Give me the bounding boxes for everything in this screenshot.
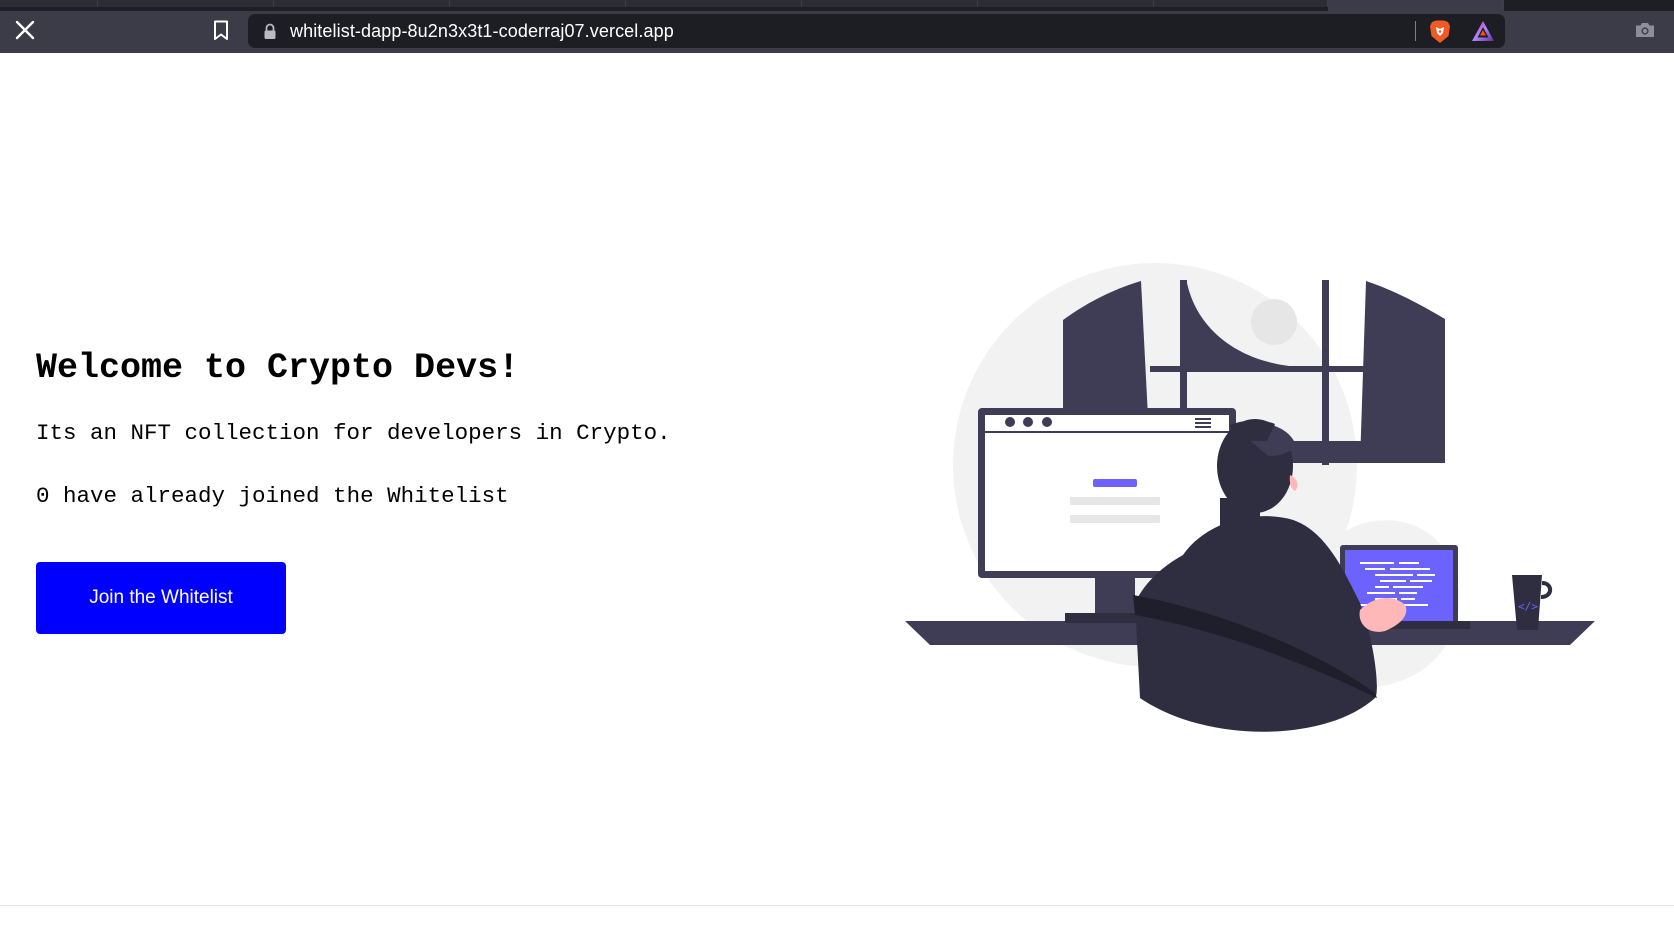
window-frame bbox=[1322, 280, 1329, 465]
address-bar[interactable]: whitelist-dapp-8u2n3x3t1-coderraj07.verc… bbox=[248, 14, 1505, 48]
lock-icon bbox=[262, 23, 278, 40]
page-content: Welcome to Crypto Devs! Its an NFT colle… bbox=[0, 53, 1674, 942]
page-title: Welcome to Crypto Devs! bbox=[36, 348, 520, 388]
window-frame bbox=[1150, 366, 1366, 372]
browser-tab[interactable] bbox=[802, 0, 978, 7]
browser-toolbar: whitelist-dapp-8u2n3x3t1-coderraj07.verc… bbox=[0, 11, 1674, 53]
right-curtain bbox=[1360, 281, 1445, 463]
whitelist-joined-count: 0 bbox=[36, 483, 50, 509]
browser-tab[interactable] bbox=[978, 0, 1154, 7]
whitelist-status-text: have already joined the Whitelist bbox=[49, 483, 509, 509]
screen-accent-bar bbox=[1093, 479, 1137, 487]
join-whitelist-button[interactable]: Join the Whitelist bbox=[36, 562, 286, 634]
browser-tab[interactable] bbox=[1154, 0, 1328, 7]
browser-tab[interactable] bbox=[450, 0, 626, 7]
bookmark-icon[interactable] bbox=[209, 18, 233, 42]
tab-strip bbox=[0, 0, 1674, 11]
camera-icon[interactable] bbox=[1634, 19, 1656, 41]
browser-tab[interactable] bbox=[274, 0, 450, 7]
browser-tab-active[interactable] bbox=[1328, 0, 1504, 11]
whitelist-status: 0 have already joined the Whitelist bbox=[36, 483, 796, 510]
close-icon[interactable] bbox=[12, 17, 38, 43]
hero-description: Its an NFT collection for developers in … bbox=[36, 420, 671, 446]
browser-tab[interactable] bbox=[0, 0, 98, 7]
footer-divider bbox=[0, 905, 1674, 906]
brave-shield-icon[interactable] bbox=[1428, 19, 1452, 44]
brave-rewards-icon[interactable] bbox=[1471, 20, 1495, 42]
browser-tab[interactable] bbox=[98, 0, 274, 7]
developer-illustration: </> bbox=[905, 263, 1595, 732]
url-text[interactable]: whitelist-dapp-8u2n3x3t1-coderraj07.verc… bbox=[290, 21, 674, 42]
hero-section: Welcome to Crypto Devs! Its an NFT colle… bbox=[36, 348, 796, 634]
address-bar-divider bbox=[1415, 21, 1416, 41]
monitor-titlebar bbox=[985, 415, 1229, 431]
background-dot bbox=[1251, 299, 1297, 345]
browser-tab[interactable] bbox=[626, 0, 802, 7]
svg-text:</>: </> bbox=[1518, 600, 1538, 613]
